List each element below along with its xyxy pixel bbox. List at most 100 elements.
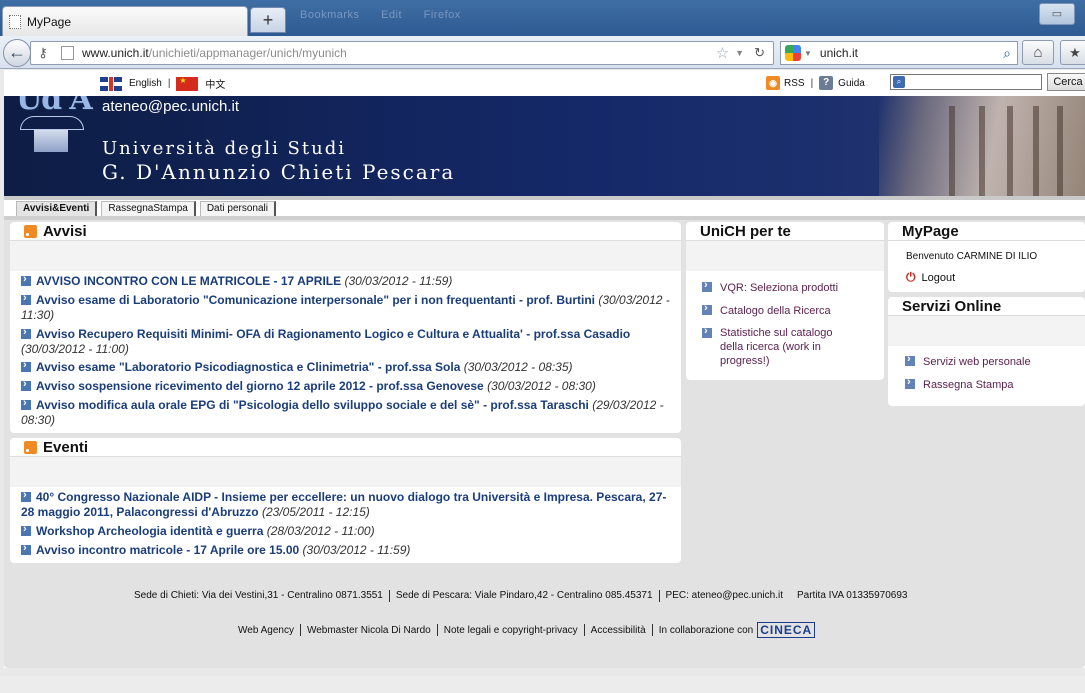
building-image xyxy=(879,96,1085,196)
tab-rassegna-stampa[interactable]: RassegnaStampa xyxy=(101,201,196,216)
lang-english-link[interactable]: English xyxy=(129,78,162,89)
pec-address: ateneo@pec.unich.it xyxy=(102,98,239,115)
browser-tab[interactable]: MyPage xyxy=(2,6,248,36)
ghost-menu-bookmarks: Bookmarks xyxy=(300,9,360,21)
rss-icon[interactable] xyxy=(24,440,37,454)
list-item[interactable]: Avviso incontro matricole - 17 Aprile or… xyxy=(21,541,677,558)
arrow-icon xyxy=(21,291,31,306)
footer-legal-link[interactable]: Note legali e copyright-privacy xyxy=(444,625,578,636)
footer-collab-text: In collaborazione con xyxy=(658,624,754,636)
help-icon[interactable]: ? xyxy=(819,76,834,90)
list-item[interactable]: Avviso modifica aula orale EPG di "Psico… xyxy=(21,396,677,428)
list-item[interactable]: AVVISO INCONTRO CON LE MATRICOLE - 17 AP… xyxy=(21,272,677,289)
history-dropdown-icon[interactable]: ▼ xyxy=(735,48,744,58)
welcome-text: Benvenuto CARMINE DI ILIO xyxy=(906,251,1038,262)
servizi-link-rassegna[interactable]: Rassegna Stampa xyxy=(905,375,1075,392)
university-banner[interactable]: Ud'A ateneo@pec.unich.it Università degl… xyxy=(4,96,1085,196)
site-search-input[interactable]: ⌕ xyxy=(890,74,1042,90)
search-engine-dropdown-icon[interactable]: ▼ xyxy=(804,49,812,58)
home-button[interactable]: ⌂ xyxy=(1022,40,1054,65)
avvisi-title: Avvisi xyxy=(43,222,87,240)
arrow-icon xyxy=(21,272,31,287)
reload-icon[interactable]: ↻ xyxy=(754,45,765,61)
footer-accessibility-link[interactable]: Accessibilità xyxy=(591,625,646,636)
university-name-line2: G. D'Annunzio Chieti Pescara xyxy=(102,160,456,184)
bookmarks-button[interactable]: ★ xyxy=(1060,40,1085,65)
language-switch: English | 中文 xyxy=(100,76,225,91)
mypage-panel: MyPage Benvenuto CARMINE DI ILIO ⏻ Logou… xyxy=(888,222,1085,292)
footer-web-agency-link[interactable]: Web Agency xyxy=(238,625,294,636)
logo-arch-icon xyxy=(20,116,84,130)
help-link[interactable]: Guida xyxy=(838,78,865,89)
rss-icon[interactable]: ◉ xyxy=(766,76,780,90)
servizi-title: Servizi Online xyxy=(902,297,1002,315)
logout-link[interactable]: ⏻ Logout xyxy=(906,270,955,285)
avvisi-header: Avvisi xyxy=(10,222,681,241)
footer-pec: PEC: ateneo@pec.unich.it xyxy=(665,590,783,601)
lang-chinese-link[interactable]: 中文 xyxy=(205,76,225,91)
servizi-link-web[interactable]: Servizi web personale xyxy=(905,352,1075,369)
china-flag-icon[interactable] xyxy=(176,76,199,91)
unich-header: UniCH per te xyxy=(686,222,884,241)
servizi-header: Servizi Online xyxy=(888,297,1085,316)
arrow-icon xyxy=(21,396,31,411)
footer-chieti: Sede di Chieti: Via dei Vestini,31 - Cen… xyxy=(134,590,383,601)
url-text[interactable]: www.unich.it/unichieti/appmanager/unich/… xyxy=(82,46,716,60)
web-page: English | 中文 ◉ RSS | ? Guida ⌕ Cerca Ud'… xyxy=(4,70,1085,668)
list-item[interactable]: Avviso sospensione ricevimento del giorn… xyxy=(21,377,677,394)
address-bar[interactable]: ⚷ www.unich.it/unichieti/appmanager/unic… xyxy=(30,41,774,65)
list-item[interactable]: 40° Congresso Nazionale AIDP - Insieme p… xyxy=(21,488,677,520)
bookmark-star-icon[interactable]: ☆ xyxy=(716,44,729,62)
ghost-menu-edit: Edit xyxy=(381,9,403,21)
mypage-header: MyPage xyxy=(888,222,1085,241)
arrow-icon xyxy=(21,377,31,392)
site-toolbar: English | 中文 ◉ RSS | ? Guida ⌕ Cerca xyxy=(4,70,1085,96)
power-icon: ⏻ xyxy=(906,270,916,284)
arrow-icon xyxy=(702,301,712,315)
new-tab-button[interactable]: + xyxy=(250,7,286,33)
list-item[interactable]: Avviso esame "Laboratorio Psicodiagnosti… xyxy=(21,358,677,375)
mypage-title: MyPage xyxy=(902,222,959,240)
page-icon xyxy=(61,46,74,60)
browser-menu-ghost: Bookmarks Edit Firefox xyxy=(300,9,479,21)
url-path: /unichieti/appmanager/unich/myunich xyxy=(148,46,347,60)
browser-search-bar[interactable]: ▼ unich.it ⌕ xyxy=(780,41,1018,65)
eventi-title: Eventi xyxy=(43,438,89,456)
rss-icon[interactable] xyxy=(24,224,37,238)
unich-link-vqr[interactable]: VQR: Seleziona prodotti xyxy=(702,278,872,295)
list-item[interactable]: Avviso esame di Laboratorio "Comunicazio… xyxy=(21,291,677,323)
footer-webmaster-link[interactable]: Webmaster Nicola Di Nardo xyxy=(307,625,431,636)
browser-tab-title: MyPage xyxy=(27,14,72,29)
servizi-panel: Servizi Online Servizi web personale Ras… xyxy=(888,297,1085,406)
footer-piva: Partita IVA 01335970693 xyxy=(796,590,908,601)
unich-link-statistiche[interactable]: Statistiche sul catalogo della ricerca (… xyxy=(702,324,852,368)
arrow-icon xyxy=(905,375,915,389)
uk-flag-icon[interactable] xyxy=(100,76,122,91)
logo-text: Ud'A xyxy=(16,96,93,117)
search-query[interactable]: unich.it xyxy=(820,46,1003,60)
google-icon[interactable] xyxy=(785,45,801,61)
window-restore-icon[interactable]: ▭ xyxy=(1039,3,1075,25)
avvisi-panel: Avvisi AVVISO INCONTRO CON LE MATRICOLE … xyxy=(10,222,681,433)
footer-pescara: Sede di Pescara: Viale Pindaro,42 - Cent… xyxy=(395,590,653,601)
back-button[interactable]: ← xyxy=(3,39,31,67)
tab-dati-personali[interactable]: Dati personali xyxy=(199,201,276,216)
arrow-icon xyxy=(21,325,31,340)
rss-link[interactable]: RSS xyxy=(784,78,805,89)
arrow-icon xyxy=(702,278,712,292)
university-name-line1: Università degli Studi xyxy=(102,138,346,159)
search-icon[interactable]: ⌕ xyxy=(1003,45,1011,62)
footer: Sede di Chieti: Via dei Vestini,31 - Cen… xyxy=(4,568,1085,668)
tab-avvisi-eventi[interactable]: Avvisi&Eventi xyxy=(16,201,98,216)
search-button[interactable]: Cerca xyxy=(1047,73,1085,91)
cineca-logo[interactable]: CINECA xyxy=(757,622,816,638)
list-item[interactable]: Workshop Archeologia identità e guerra (… xyxy=(21,522,677,539)
unich-link-catalogo[interactable]: Catalogo della Ricerca xyxy=(702,301,872,318)
arrow-icon xyxy=(905,352,915,366)
university-logo[interactable]: Ud'A xyxy=(16,96,93,160)
eventi-header: Eventi xyxy=(10,438,681,457)
browser-tab-strip: MyPage + Bookmarks Edit Firefox ▭ xyxy=(0,0,1085,36)
arrow-icon xyxy=(702,324,712,338)
list-item[interactable]: Avviso Recupero Requisiti Minimi- OFA di… xyxy=(21,325,677,357)
rss-help-links: ◉ RSS | ? Guida xyxy=(766,76,865,90)
